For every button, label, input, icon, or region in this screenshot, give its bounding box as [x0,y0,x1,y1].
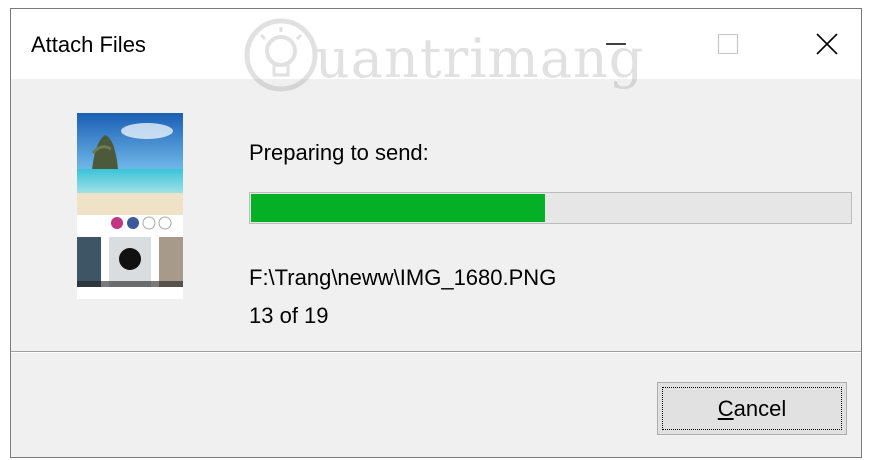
watermark: uantrimang [241,13,741,97]
lightbulb-icon [244,18,318,92]
close-button[interactable] [796,9,858,79]
cancel-button[interactable]: Cancel [657,382,847,435]
minimize-button[interactable] [585,9,647,79]
maximize-button[interactable] [697,9,759,79]
minimize-icon [606,43,626,45]
file-thumbnail [77,113,183,299]
title-bar[interactable]: Attach Files uantrimang [11,9,861,92]
attach-files-dialog: Attach Files uantrimang Preparing to sen… [10,8,862,458]
progress-bar [249,192,852,224]
file-path: F:\Trang\neww\IMG_1680.PNG [249,265,557,290]
file-count: 13 of 19 [249,303,329,328]
cancel-label: Cancel [717,395,787,421]
progress-fill [251,194,545,222]
image-preview [77,113,183,287]
maximize-icon [717,33,739,55]
window-title: Attach Files [31,32,146,57]
status-label: Preparing to send: [249,140,429,165]
close-icon [816,33,838,55]
